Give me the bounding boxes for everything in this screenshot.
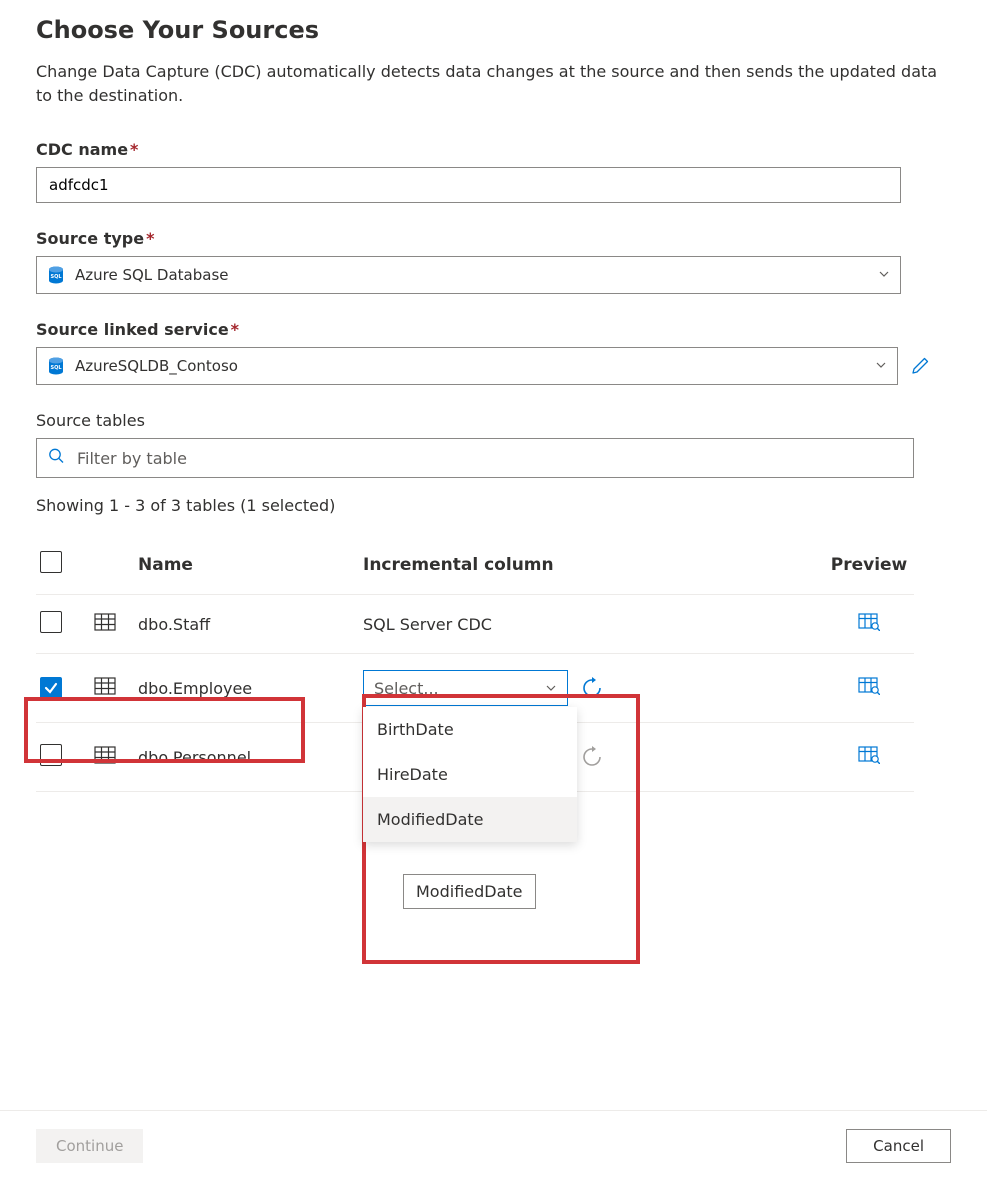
col-header-incremental: Incremental column (363, 541, 824, 595)
refresh-icon (581, 677, 603, 699)
chevron-down-icon (878, 266, 890, 284)
table-icon (94, 616, 116, 635)
col-header-preview: Preview (824, 541, 914, 595)
preview-button[interactable] (858, 677, 880, 695)
search-icon (48, 448, 65, 469)
row-checkbox[interactable] (40, 744, 62, 766)
cancel-button[interactable]: Cancel (846, 1129, 951, 1163)
required-asterisk: * (146, 229, 154, 248)
preview-button[interactable] (858, 613, 880, 631)
cdc-name-label-text: CDC name (36, 140, 128, 159)
preview-button[interactable] (858, 746, 880, 764)
source-tables-label: Source tables (36, 411, 951, 430)
dropdown-item[interactable]: ModifiedDate (363, 797, 577, 842)
table-icon (94, 680, 116, 699)
table-row: dbo.Staff SQL Server CDC (36, 595, 914, 654)
source-linked-label: Source linked service* (36, 320, 951, 339)
chevron-down-icon (545, 679, 557, 698)
row-checkbox[interactable] (40, 677, 62, 699)
source-type-select[interactable]: SQL Azure SQL Database (36, 256, 901, 294)
filter-table-input[interactable] (36, 438, 914, 478)
tooltip: ModifiedDate (403, 874, 536, 909)
row-name: dbo.Staff (138, 595, 363, 654)
incremental-column-select[interactable]: Select... (363, 670, 568, 706)
row-name: dbo.Employee (138, 654, 363, 723)
preview-icon (858, 746, 880, 764)
page-description: Change Data Capture (CDC) automatically … (36, 60, 951, 108)
page-title: Choose Your Sources (36, 16, 951, 44)
source-linked-value: AzureSQLDB_Contoso (75, 357, 238, 375)
row-checkbox[interactable] (40, 611, 62, 633)
cdc-name-input[interactable] (36, 167, 901, 203)
required-asterisk: * (231, 320, 239, 339)
source-linked-select[interactable]: SQL AzureSQLDB_Contoso (36, 347, 898, 385)
footer: Continue Cancel (0, 1110, 987, 1163)
source-type-value: Azure SQL Database (75, 266, 229, 284)
table-icon (94, 749, 116, 768)
dropdown-item[interactable]: BirthDate (363, 707, 577, 752)
preview-icon (858, 613, 880, 631)
source-linked-label-text: Source linked service (36, 320, 229, 339)
table-row: dbo.Employee Select... (36, 654, 914, 723)
refresh-icon (581, 746, 603, 768)
continue-button[interactable]: Continue (36, 1129, 143, 1163)
chevron-down-icon (875, 357, 887, 375)
svg-text:SQL: SQL (50, 274, 62, 280)
pencil-icon (910, 356, 930, 376)
source-type-label-text: Source type (36, 229, 144, 248)
edit-linked-service-button[interactable] (904, 350, 936, 382)
select-all-checkbox[interactable] (40, 551, 62, 573)
preview-icon (858, 677, 880, 695)
refresh-button[interactable] (578, 674, 606, 702)
refresh-button[interactable] (578, 743, 606, 771)
cdc-name-label: CDC name* (36, 140, 951, 159)
row-name: dbo.Personnel (138, 723, 363, 792)
table-count-text: Showing 1 - 3 of 3 tables (1 selected) (36, 496, 951, 515)
dropdown-item[interactable]: HireDate (363, 752, 577, 797)
incremental-column-dropdown: BirthDate HireDate ModifiedDate (363, 707, 577, 842)
select-placeholder: Select... (374, 679, 439, 698)
required-asterisk: * (130, 140, 138, 159)
incremental-column-value: SQL Server CDC (363, 595, 824, 654)
col-header-name: Name (138, 541, 363, 595)
sql-database-icon: SQL (47, 266, 65, 284)
svg-text:SQL: SQL (50, 365, 62, 371)
sql-database-icon: SQL (47, 357, 65, 375)
source-type-label: Source type* (36, 229, 951, 248)
